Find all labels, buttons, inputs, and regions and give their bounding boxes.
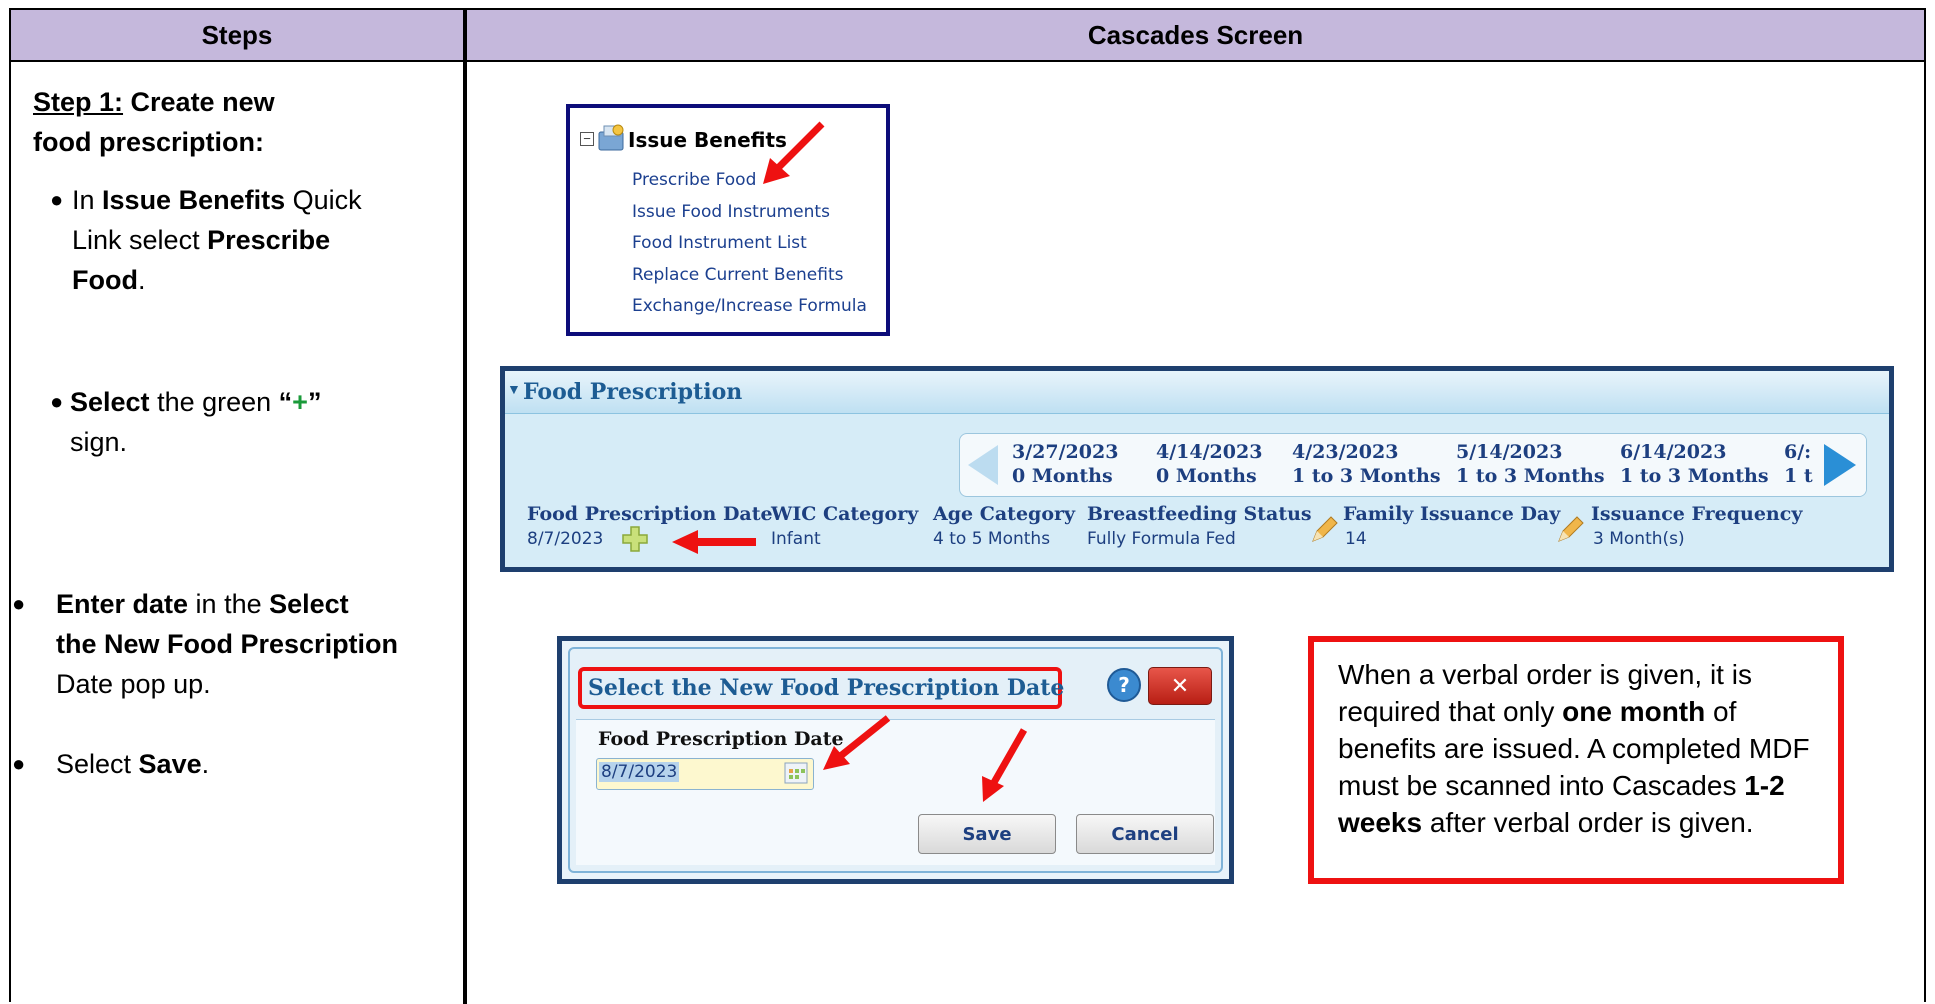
bullet-dot: ● [50,389,64,414]
label-breastfeeding-status: Breastfeeding Status [1087,503,1312,525]
label-family-issuance-day: Family Issuance Day [1343,503,1561,525]
b2-t2: the green [149,387,279,417]
note-t2: one month [1562,696,1706,727]
b1-t4: Link select [72,225,208,255]
date-carousel: 3/27/2023 0 Months 4/14/2023 0 Months 4/23… [959,433,1867,497]
calendar-icon[interactable] [783,761,809,785]
link-prescribe-food[interactable]: Prescribe Food [632,170,756,190]
link-replace-current-benefits[interactable]: Replace Current Benefits [632,265,844,285]
issue-benefits-box: − Issue Benefits Prescribe Food Issue Fo… [566,104,890,336]
carousel-date-2[interactable]: 4/23/2023 1 to 3 Months [1292,440,1441,488]
food-prescription-header[interactable]: ▼ Food Prescription [505,371,1889,414]
step-bullet-1: ● In Issue Benefits Quick Link select Pr… [50,180,380,300]
bullet-dot: ● [12,591,26,616]
select-date-dialog: Select the New Food Prescription Date ? … [557,636,1234,884]
step1-title-line2: food prescription: [33,127,264,157]
b1-t7: . [137,265,146,295]
step1-title: Step 1: Create new food prescription: [33,82,275,162]
svg-text:?: ? [1118,673,1130,697]
screen-header: Cascades Screen [467,10,1924,62]
b1-t6: Food [72,265,138,295]
b2-t5: ” [307,387,322,417]
collapse-icon[interactable]: − [580,132,594,146]
issue-benefits-title: Issue Benefits [628,128,787,152]
value-age-category: 4 to 5 Months [933,529,1051,549]
b1-t1: In [72,185,103,215]
dialog-title: Select the New Food Prescription Date [578,667,1064,709]
food-prescription-title: Food Prescription [523,379,743,405]
steps-header-label: Steps [201,19,273,50]
step-bullet-4: ● Select Save. [12,744,412,784]
carousel-date-3[interactable]: 5/14/2023 1 to 3 Months [1456,440,1605,488]
verbal-order-note: When a verbal order is given, it is requ… [1308,636,1844,884]
step-bullet-3: ● Enter date in the Select the New Food … [12,584,412,704]
b3-t2: in the [188,589,270,619]
dialog-frame: Select the New Food Prescription Date ? … [568,647,1223,873]
carousel-left-arrow-icon[interactable] [962,440,1002,490]
b2-t3: “ [278,387,293,417]
link-exchange-increase-formula[interactable]: Exchange/Increase Formula [632,296,867,316]
cancel-button[interactable]: Cancel [1076,814,1214,854]
edit-pencil-icon[interactable] [1309,515,1339,545]
step1-title-rest: Create new [123,87,275,117]
label-issuance-frequency: Issuance Frequency [1591,503,1803,525]
label-food-prescription-date: Food Prescription Date [527,503,773,525]
b4-t2: Save [138,749,202,779]
b3-t3: Select [269,589,349,619]
b1-t3: Quick [285,185,362,215]
carousel-right-arrow-icon[interactable] [1816,434,1866,496]
value-wic-category: Infant [771,529,821,549]
column-divider [463,10,467,1004]
step1-title-prefix: Step 1: [33,87,124,117]
value-family-issuance-day: 14 [1345,529,1367,549]
b2-t1: Select [70,387,150,417]
carousel-date-0[interactable]: 3/27/2023 0 Months [1012,440,1118,488]
b3-t1: Enter date [56,589,189,619]
value-issuance-frequency: 3 Month(s) [1593,529,1685,549]
carousel-date-5[interactable]: 6/: 1 t [1784,440,1813,488]
b1-t5: Prescribe [207,225,331,255]
note-t5: after verbal order is given. [1422,807,1754,838]
food-prescription-panel: ▼ Food Prescription 3/27/2023 0 Months 4/… [500,366,1894,572]
b1-t2: Issue Benefits [102,185,286,215]
benefits-folder-icon [598,124,624,151]
value-food-prescription-date: 8/7/2023 [527,529,604,549]
steps-header: Steps [11,10,463,62]
help-icon[interactable]: ? [1106,667,1142,703]
b3-t4: the New Food Prescription [56,629,399,659]
link-food-instrument-list[interactable]: Food Instrument List [632,233,807,253]
date-input-value: 8/7/2023 [599,762,680,782]
b2-t6: sign. [70,427,128,457]
dialog-body: Food Prescription Date 8/7/2023 Save Can… [576,719,1215,865]
value-breastfeeding-status: Fully Formula Fed [1087,529,1236,549]
bullet-dot: ● [12,751,26,776]
carousel-date-1[interactable]: 4/14/2023 0 Months [1156,440,1262,488]
b4-t3: . [201,749,210,779]
step-bullet-2: ● Select the green “+” sign. [50,382,380,462]
bullet-dot: ● [50,187,64,212]
screen-header-label: Cascades Screen [1087,19,1304,50]
carousel-date-4[interactable]: 6/14/2023 1 to 3 Months [1620,440,1769,488]
b3-t5: Date pop up. [56,669,211,699]
label-age-category: Age Category [933,503,1076,525]
date-input[interactable]: 8/7/2023 [596,758,814,790]
link-issue-food-instruments[interactable]: Issue Food Instruments [632,202,830,222]
expand-triangle-icon: ▼ [507,381,521,397]
green-plus-text: + [292,387,308,417]
edit-pencil-icon[interactable] [1555,515,1585,545]
dialog-field-label: Food Prescription Date [598,728,844,750]
add-plus-icon[interactable] [621,525,649,553]
save-button[interactable]: Save [918,814,1056,854]
label-wic-category: WIC Category [771,503,919,525]
b4-t1: Select [56,749,139,779]
close-icon[interactable]: ✕ [1148,667,1212,705]
